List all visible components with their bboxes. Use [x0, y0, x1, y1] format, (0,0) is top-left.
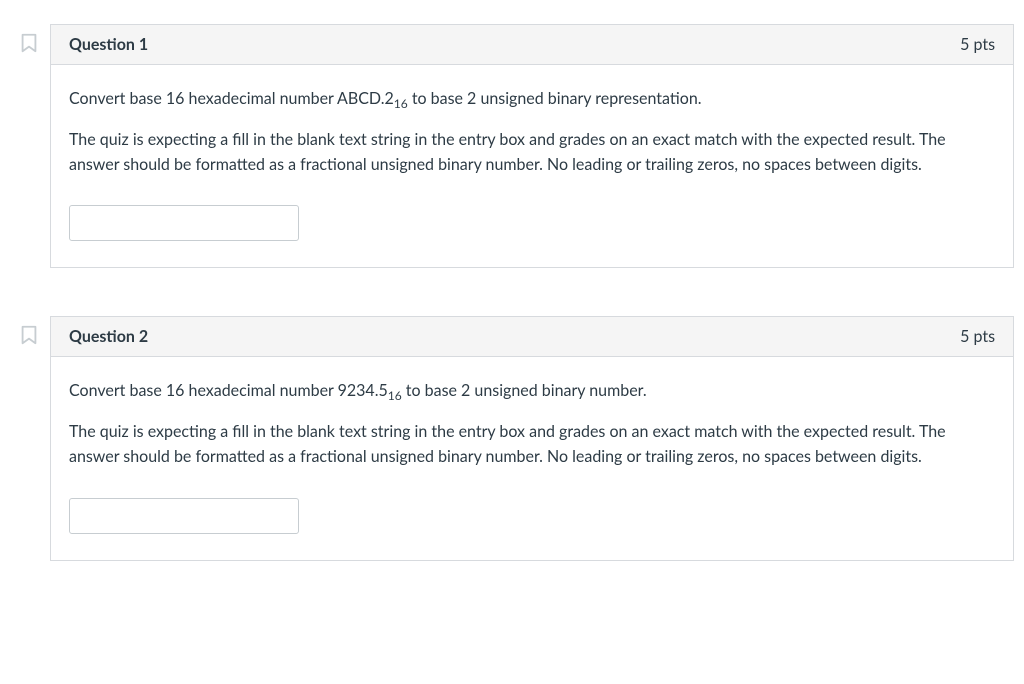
question-card: Question 1 5 pts Convert base 16 hexadec…: [50, 24, 1014, 268]
question-body: Convert base 16 hexadecimal number ABCD.…: [51, 65, 1013, 267]
question-block: Question 1 5 pts Convert base 16 hexadec…: [10, 24, 1014, 268]
question-title: Question 2: [69, 327, 148, 346]
prompt-subscript: 16: [388, 389, 402, 404]
bookmark-icon[interactable]: [18, 32, 40, 54]
question-header: Question 1 5 pts: [51, 25, 1013, 65]
question-header: Question 2 5 pts: [51, 317, 1013, 357]
prompt-suffix: to base 2 unsigned binary representation…: [408, 89, 702, 108]
answer-input[interactable]: [69, 205, 299, 241]
question-instructions: The quiz is expecting a fill in the blan…: [69, 128, 995, 178]
question-block: Question 2 5 pts Convert base 16 hexadec…: [10, 316, 1014, 560]
answer-input[interactable]: [69, 498, 299, 534]
question-instructions: The quiz is expecting a fill in the blan…: [69, 420, 995, 470]
question-prompt: Convert base 16 hexadecimal number ABCD.…: [69, 87, 995, 114]
flag-column: [10, 316, 50, 346]
bookmark-icon[interactable]: [18, 324, 40, 346]
question-body: Convert base 16 hexadecimal number 9234.…: [51, 357, 1013, 559]
prompt-suffix: to base 2 unsigned binary number.: [402, 381, 647, 400]
flag-column: [10, 24, 50, 54]
question-points: 5 pts: [960, 327, 995, 346]
question-prompt: Convert base 16 hexadecimal number 9234.…: [69, 379, 995, 406]
prompt-prefix: Convert base 16 hexadecimal number ABCD.…: [69, 89, 394, 108]
prompt-subscript: 16: [394, 96, 408, 111]
question-title: Question 1: [69, 35, 148, 54]
prompt-prefix: Convert base 16 hexadecimal number 9234.…: [69, 381, 388, 400]
question-points: 5 pts: [960, 35, 995, 54]
question-card: Question 2 5 pts Convert base 16 hexadec…: [50, 316, 1014, 560]
quiz-container: Question 1 5 pts Convert base 16 hexadec…: [0, 0, 1024, 561]
